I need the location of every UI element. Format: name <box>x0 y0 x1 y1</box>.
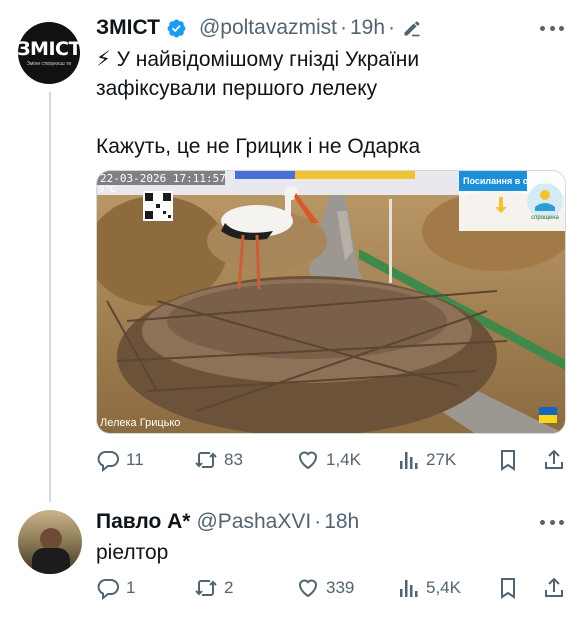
camera-banner: Посилання в описі <box>463 176 547 186</box>
reply-author-handle[interactable]: @PashaXVI <box>196 510 311 534</box>
views-button[interactable]: 27K <box>396 448 456 472</box>
reply-count: 11 <box>126 450 144 469</box>
reply-author-name[interactable]: Павло А* <box>96 510 190 534</box>
repost-icon <box>195 452 217 468</box>
author-handle[interactable]: @poltavazmist <box>199 16 337 40</box>
views-button[interactable]: 5,4K <box>396 576 461 600</box>
repost-count: 83 <box>224 450 243 469</box>
reply-button[interactable]: 11 <box>96 448 144 472</box>
reply-header: Павло А* @PashaXVI · 18h <box>96 510 359 534</box>
reply-icon <box>97 579 119 600</box>
tweet-text-line: Кажуть, це не Грицик і не Одарка <box>96 135 421 158</box>
bookmark-button[interactable] <box>496 448 520 472</box>
separator-dot: · <box>314 510 322 533</box>
reply-count: 1 <box>126 578 136 597</box>
views-icon <box>400 580 418 597</box>
reply-icon <box>97 451 119 472</box>
reply-avatar[interactable] <box>18 510 82 574</box>
views-icon <box>400 452 418 469</box>
bookmark-button[interactable] <box>496 576 520 600</box>
reply-actions: 1 2 339 5,4K <box>96 576 566 602</box>
more-icon[interactable] <box>540 518 564 526</box>
tweet-text-line: ⚡ У найвідомішому гнізді України <box>96 48 420 71</box>
avatar-logo-text: ЗМІСТ <box>18 37 80 60</box>
tweet-text-line: зафіксували першого лелеку <box>96 77 378 100</box>
avatar-photo-body <box>32 548 70 574</box>
verified-badge-icon[interactable] <box>166 18 187 39</box>
like-button[interactable]: 1,4K <box>296 448 361 472</box>
edit-pencil-icon[interactable] <box>402 18 422 38</box>
repost-button[interactable]: 2 <box>194 576 233 600</box>
like-icon <box>298 451 318 470</box>
share-button[interactable] <box>542 448 566 472</box>
separator-dot: · <box>388 16 396 39</box>
repost-icon <box>195 580 217 596</box>
reply-time[interactable]: 18h <box>324 510 359 534</box>
bookmark-icon <box>501 578 515 599</box>
tweet-time[interactable]: 19h <box>350 16 385 40</box>
tweet-header: ЗМІСТ @poltavazmist · 19h · <box>96 16 422 40</box>
reply-text: ріелтор <box>96 541 169 564</box>
more-icon[interactable] <box>540 24 564 32</box>
share-icon <box>545 577 563 597</box>
sponsor-label: спрощена <box>531 215 559 221</box>
avatar-photo-head <box>40 528 62 550</box>
tweet-actions: 11 83 1,4K 27K <box>96 448 566 474</box>
share-button[interactable] <box>542 576 566 600</box>
author-name[interactable]: ЗМІСТ <box>96 16 160 40</box>
bookmark-icon <box>501 450 515 471</box>
avatar[interactable]: ЗМІСТ Зміни створюєш ти <box>18 22 80 84</box>
like-count: 1,4K <box>326 450 361 469</box>
tweet-media-image[interactable]: 22-03-2026 17:11:57 9 °C Посилання в опи… <box>96 170 566 434</box>
thread-connector-line <box>49 92 51 502</box>
like-button[interactable]: 339 <box>296 576 354 600</box>
camera-timestamp: 22-03-2026 17:11:57 <box>100 172 226 185</box>
share-icon <box>545 449 563 469</box>
separator-dot: · <box>340 16 347 39</box>
camera-temperature: 9 °C <box>99 184 117 194</box>
avatar-tagline: Зміни створюєш ти <box>26 60 72 67</box>
like-icon <box>298 579 318 598</box>
like-count: 339 <box>326 578 355 597</box>
camera-caption: Лелека Грицько <box>100 417 181 429</box>
repost-button[interactable]: 83 <box>194 448 243 472</box>
views-count: 5,4K <box>426 578 461 597</box>
repost-count: 2 <box>224 578 234 597</box>
reply-button[interactable]: 1 <box>96 576 135 600</box>
views-count: 27K <box>426 450 457 469</box>
